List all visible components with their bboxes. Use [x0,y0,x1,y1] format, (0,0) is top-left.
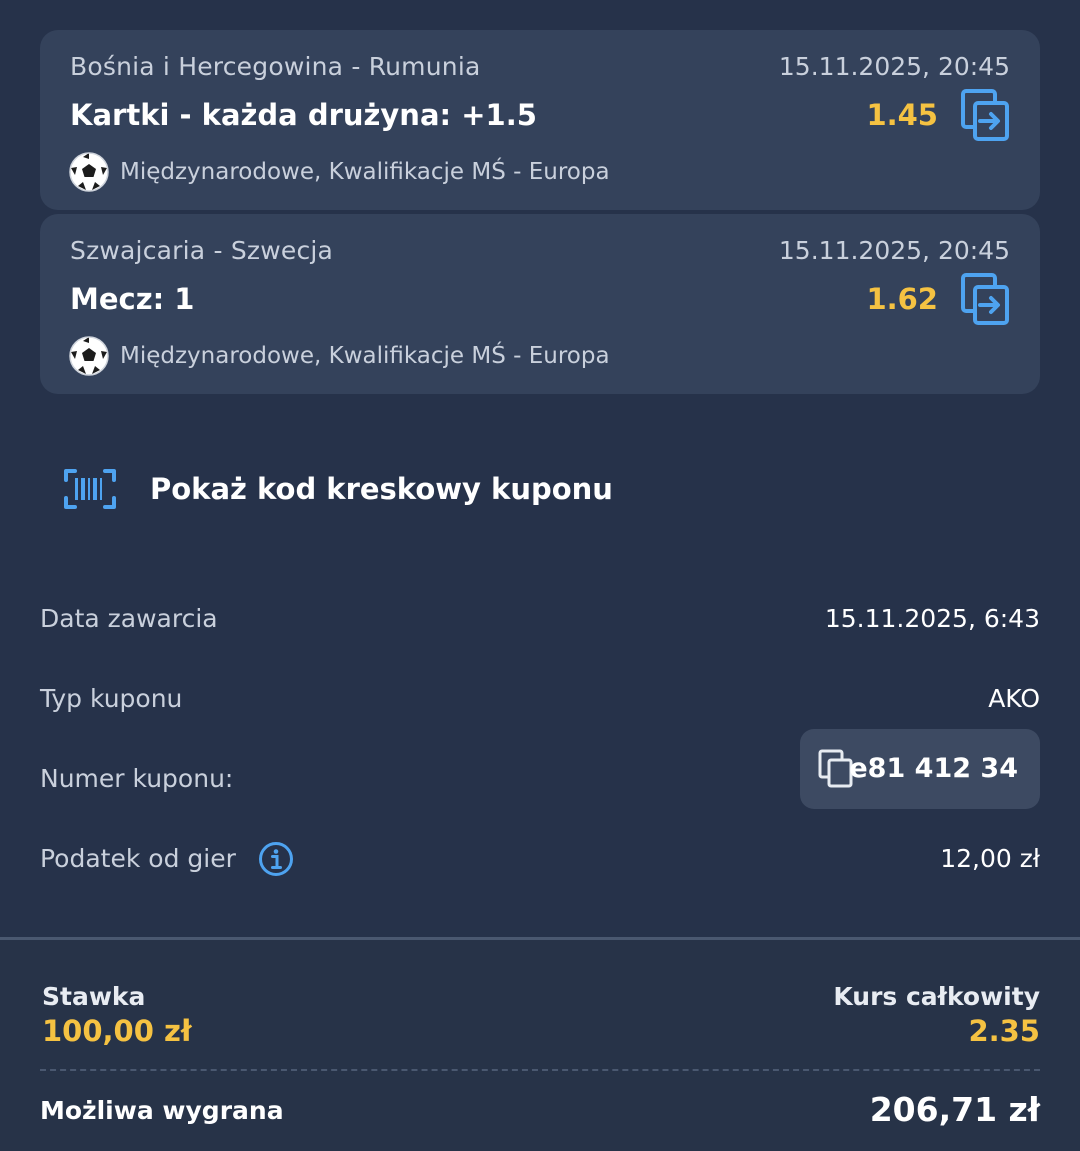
bet-odds: 1.45 [866,98,938,132]
show-barcode-button[interactable]: Pokaż kod kreskowy kuponu [62,462,613,516]
total-odds-label: Kurs całkowity [833,982,1040,1011]
bet-odds: 1.62 [866,282,938,316]
bet-card[interactable]: Szwajcaria - Szwecja 15.11.2025, 20:45 M… [40,214,1040,394]
detail-label: Podatek od gier [40,844,236,873]
copy-bet-icon[interactable] [960,88,1010,142]
soccer-ball-icon [69,336,109,376]
detail-row-number: Numer kuponu: e81 412 34 [40,729,1040,809]
bet-match: Szwajcaria - Szwecja [70,236,334,265]
bet-market: Mecz: 1 [70,282,195,316]
detail-row-tax: Podatek od gier 12,00 zł [40,834,1040,884]
detail-label: Data zawarcia [40,604,218,633]
stake-value: 100,00 zł [42,1014,192,1048]
bet-league-row: Międzynarodowe, Kwalifikacje MŚ - Europa [68,150,610,194]
copy-bet-icon[interactable] [960,272,1010,326]
bet-league-row: Międzynarodowe, Kwalifikacje MŚ - Europa [68,334,610,378]
bet-date: 15.11.2025, 20:45 [778,52,1010,81]
stake-label: Stawka [42,982,146,1011]
detail-row-date: Data zawarcia 15.11.2025, 6:43 [40,594,1040,644]
info-icon[interactable] [258,841,294,877]
detail-value: 12,00 zł [940,844,1040,873]
bet-match: Bośnia i Hercegowina - Rumunia [70,52,481,81]
bet-league: Międzynarodowe, Kwalifikacje MŚ - Europa [120,343,610,369]
bet-league: Międzynarodowe, Kwalifikacje MŚ - Europa [120,159,610,185]
coupon-number: e81 412 34 [849,753,1018,784]
detail-label: Typ kuponu [40,684,183,713]
barcode-icon [64,469,116,509]
bet-market: Kartki - każda drużyna: +1.5 [70,98,537,132]
total-odds-value: 2.35 [968,1014,1040,1048]
detail-row-type: Typ kuponu AKO [40,674,1040,724]
possible-win-label: Możliwa wygrana [40,1096,284,1125]
detail-value: AKO [988,684,1040,713]
detail-value: 15.11.2025, 6:43 [824,604,1040,633]
coupon-details-page: Bośnia i Hercegowina - Rumunia 15.11.202… [0,0,1080,1151]
bet-date: 15.11.2025, 20:45 [778,236,1010,265]
dashed-divider [40,1069,1040,1071]
bet-card[interactable]: Bośnia i Hercegowina - Rumunia 15.11.202… [40,30,1040,210]
copy-coupon-number-button[interactable]: e81 412 34 [800,729,1040,809]
show-barcode-label: Pokaż kod kreskowy kuponu [150,472,613,506]
soccer-ball-icon [69,152,109,192]
possible-win-value: 206,71 zł [869,1090,1040,1129]
detail-label: Numer kuponu: [40,764,234,793]
